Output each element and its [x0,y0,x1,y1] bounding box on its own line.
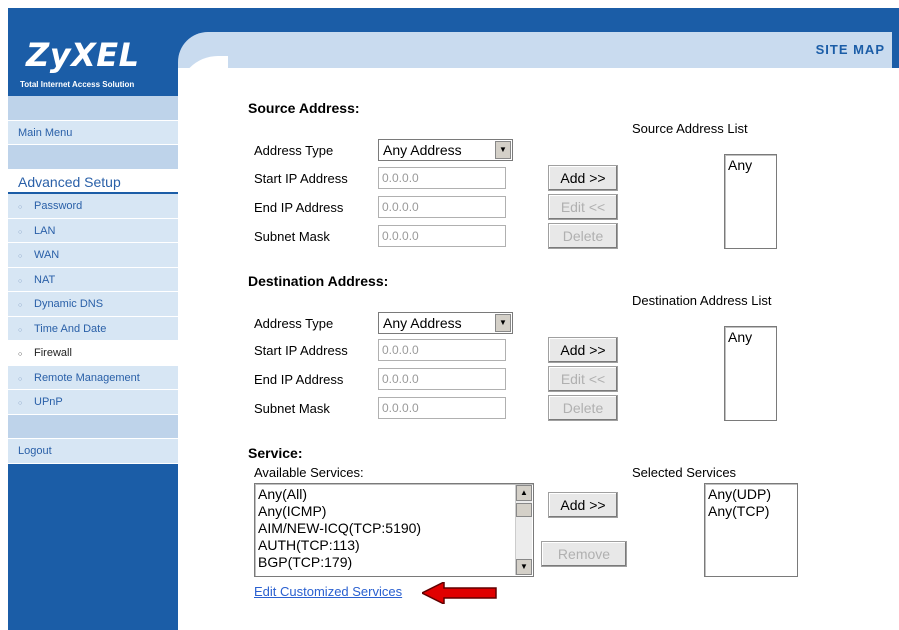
zyxel-logo: ZyXEL [26,36,140,74]
selected-services-label: Selected Services [632,465,737,480]
service-add-button[interactable]: Add >> [548,492,618,518]
source-end-ip-input[interactable]: 0.0.0.0 [378,196,506,218]
menu-spacer [8,414,178,439]
bullet-icon: ○ [18,204,23,211]
sidebar-item-nat[interactable]: ○ NAT [8,267,178,292]
source-edit-button[interactable]: Edit << [548,194,618,220]
destination-end-ip-label: End IP Address [254,372,344,387]
sidebar-item-label: Remote Management [34,371,140,384]
destination-address-list-title: Destination Address List [632,293,772,308]
destination-add-button[interactable]: Add >> [548,337,618,363]
sidebar-item-upnp[interactable]: ○ UPnP [8,390,178,415]
sidebar-item-label: Dynamic DNS [34,298,104,310]
sidebar-item-remote-management[interactable]: ○ Remote Management [8,365,178,390]
chevron-down-icon[interactable]: ▼ [495,314,511,332]
bullet-icon: ○ [18,277,23,285]
list-item[interactable]: Any(ICMP) [258,503,530,520]
sidebar-item-time-and-date[interactable]: ○ Time And Date [8,316,178,341]
site-map-link[interactable]: SITE MAP [816,42,885,57]
destination-subnet-label: Subnet Mask [254,401,330,416]
top-bar-inner [178,32,892,68]
bullet-icon: ○ [18,351,23,358]
sidebar-item-label: NAT [34,273,56,286]
bullet-icon: ○ [18,326,23,334]
selected-services-list[interactable]: Any(UDP) Any(TCP) [704,483,798,577]
bullet-icon: ○ [18,400,23,407]
bullet-icon: ○ [18,253,23,260]
sidebar-menu: Main Menu Advanced Setup ○ Password ○ LAN … [8,96,178,464]
scroll-thumb[interactable] [516,503,532,517]
red-arrow-icon [422,582,497,604]
service-remove-button[interactable]: Remove [541,541,627,567]
destination-address-list[interactable]: Any [724,326,777,421]
destination-start-ip-input[interactable]: 0.0.0.0 [378,339,506,361]
sidebar-item-password[interactable]: ○ Password [8,194,178,219]
sidebar-item-wan[interactable]: ○ WAN [8,243,178,268]
list-item[interactable]: Any [728,157,773,174]
list-item[interactable]: Any(All) [258,486,530,503]
source-add-button[interactable]: Add >> [548,165,618,191]
sidebar-item-lan[interactable]: ○ LAN [8,218,178,243]
scroll-up-icon[interactable]: ▲ [516,485,532,501]
select-value: Any Address [383,315,462,331]
sidebar-item-label: UPnP [34,396,63,408]
destination-start-ip-label: Start IP Address [254,343,348,358]
bullet-icon: ○ [18,228,23,236]
source-delete-button[interactable]: Delete [548,223,618,249]
destination-edit-button[interactable]: Edit << [548,366,618,392]
source-address-type-select[interactable]: Any Address ▼ [378,139,513,161]
list-item[interactable]: Any(UDP) [708,486,794,503]
destination-delete-button[interactable]: Delete [548,395,618,421]
source-start-ip-label: Start IP Address [254,171,348,186]
destination-address-title: Destination Address: [248,273,389,289]
source-subnet-input[interactable]: 0.0.0.0 [378,225,506,247]
service-title: Service: [248,445,303,461]
source-start-ip-input[interactable]: 0.0.0.0 [378,167,506,189]
menu-spacer [8,96,178,121]
list-item[interactable]: AIM/NEW-ICQ(TCP:5190) [258,520,530,537]
scroll-down-icon[interactable]: ▼ [516,559,532,575]
sidebar-item-main-menu[interactable]: Main Menu [8,120,178,145]
sidebar-item-dynamic-dns[interactable]: ○ Dynamic DNS [8,292,178,317]
select-value: Any Address [383,142,462,158]
chevron-down-icon[interactable]: ▼ [495,141,511,159]
list-item[interactable]: AUTH(TCP:113) [258,537,530,554]
destination-end-ip-input[interactable]: 0.0.0.0 [378,368,506,390]
list-item[interactable]: BGP(TCP:179) [258,554,530,571]
scrollbar[interactable]: ▲ ▼ [515,485,532,575]
sidebar-item-logout[interactable]: Logout [8,439,178,464]
available-services-list[interactable]: Any(All) Any(ICMP) AIM/NEW-ICQ(TCP:5190)… [254,483,534,577]
sidebar-item-label: LAN [34,224,56,237]
available-services-label: Available Services: [254,465,364,480]
destination-address-type-select[interactable]: Any Address ▼ [378,312,513,334]
destination-address-type-label: Address Type [254,316,334,331]
sidebar-item-label: WAN [34,249,60,261]
sidebar-item-label: Time And Date [34,322,107,335]
source-end-ip-label: End IP Address [254,200,344,215]
logo-area: ZyXEL Total Internet Access Solution [8,8,178,96]
sidebar: ZyXEL Total Internet Access Solution Mai… [8,8,178,630]
sidebar-item-firewall[interactable]: ○ Firewall [8,341,178,366]
list-item[interactable]: Any [728,329,773,346]
bullet-icon: ○ [18,375,23,383]
menu-spacer [8,145,178,170]
list-item[interactable]: Any(TCP) [708,503,794,520]
sidebar-header-advanced-setup[interactable]: Advanced Setup [8,169,178,194]
source-address-type-label: Address Type [254,143,334,158]
source-subnet-label: Subnet Mask [254,229,330,244]
edit-customized-services-link[interactable]: Edit Customized Services [254,584,402,599]
bullet-icon: ○ [18,302,23,309]
sidebar-item-label: Firewall [34,347,72,359]
source-address-title: Source Address: [248,100,360,116]
logo-tagline: Total Internet Access Solution [20,80,135,89]
sidebar-item-label: Password [34,200,83,212]
source-address-list[interactable]: Any [724,154,777,249]
source-address-list-title: Source Address List [632,121,748,136]
destination-subnet-input[interactable]: 0.0.0.0 [378,397,506,419]
